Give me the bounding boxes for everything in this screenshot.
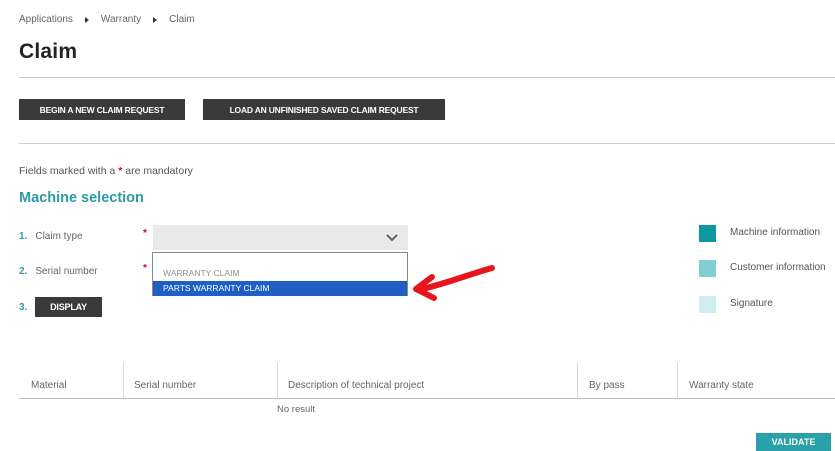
legend-swatch-machine bbox=[699, 225, 716, 242]
page-title: Claim bbox=[19, 40, 78, 63]
column-divider bbox=[277, 362, 278, 398]
chevron-down-icon bbox=[386, 234, 398, 242]
column-header-material[interactable]: Material bbox=[31, 380, 67, 391]
column-header-warranty-state[interactable]: Warranty state bbox=[689, 380, 754, 391]
legend-label-customer: Customer information bbox=[730, 262, 826, 273]
breadcrumb-applications[interactable]: Applications bbox=[19, 14, 73, 25]
column-divider bbox=[577, 362, 578, 398]
load-saved-claim-button[interactable]: LOAD AN UNFINISHED SAVED CLAIM REQUEST bbox=[203, 99, 445, 120]
step-claim-type: 1. Claim type bbox=[19, 231, 83, 242]
breadcrumb-warranty[interactable]: Warranty bbox=[101, 14, 141, 25]
annotation-arrow-icon bbox=[413, 265, 495, 301]
begin-new-claim-button[interactable]: BEGIN A NEW CLAIM REQUEST bbox=[19, 99, 185, 120]
column-divider bbox=[677, 362, 678, 398]
column-divider bbox=[123, 362, 124, 398]
legend-label-machine: Machine information bbox=[730, 227, 821, 238]
step-number: 3. bbox=[19, 302, 28, 313]
mandatory-note-suffix: are mandatory bbox=[125, 165, 193, 177]
option-parts-warranty-claim[interactable]: PARTS WARRANTY CLAIM bbox=[153, 281, 407, 296]
legend-swatch-customer bbox=[699, 260, 716, 277]
divider bbox=[19, 143, 835, 144]
required-star: * bbox=[143, 263, 147, 274]
validate-button[interactable]: VALIDATE bbox=[756, 433, 831, 451]
display-button[interactable]: DISPLAY bbox=[35, 297, 102, 317]
step-display: 3. bbox=[19, 302, 35, 313]
table-header-divider bbox=[19, 398, 835, 399]
breadcrumb-claim[interactable]: Claim bbox=[169, 14, 195, 25]
required-star: * bbox=[143, 228, 147, 239]
column-header-serial-number[interactable]: Serial number bbox=[134, 380, 196, 391]
step-number: 1. bbox=[19, 231, 28, 242]
section-title: Machine selection bbox=[19, 190, 144, 206]
mandatory-note: Fields marked with a * are mandatory bbox=[19, 165, 193, 177]
step-label: Serial number bbox=[35, 266, 98, 277]
step-number: 2. bbox=[19, 266, 28, 277]
breadcrumb-separator-icon bbox=[153, 16, 158, 23]
claim-type-dropdown-list: WARRANTY CLAIM PARTS WARRANTY CLAIM bbox=[152, 252, 408, 296]
column-header-description[interactable]: Description of technical project bbox=[288, 380, 424, 391]
option-warranty-claim[interactable]: WARRANTY CLAIM bbox=[153, 266, 407, 281]
mandatory-note-prefix: Fields marked with a bbox=[19, 165, 116, 177]
step-serial-number: 2. Serial number bbox=[19, 266, 98, 277]
step-label: Claim type bbox=[35, 231, 83, 242]
claim-type-select[interactable] bbox=[153, 225, 408, 250]
breadcrumb-separator-icon bbox=[84, 16, 89, 23]
required-star: * bbox=[118, 165, 123, 177]
divider bbox=[19, 77, 835, 78]
legend-swatch-signature bbox=[699, 296, 716, 313]
legend-label-signature: Signature bbox=[730, 298, 773, 309]
column-header-by-pass[interactable]: By pass bbox=[589, 380, 625, 391]
breadcrumb: Applications Warranty Claim bbox=[19, 14, 195, 25]
table-empty-text: No result bbox=[277, 404, 316, 415]
